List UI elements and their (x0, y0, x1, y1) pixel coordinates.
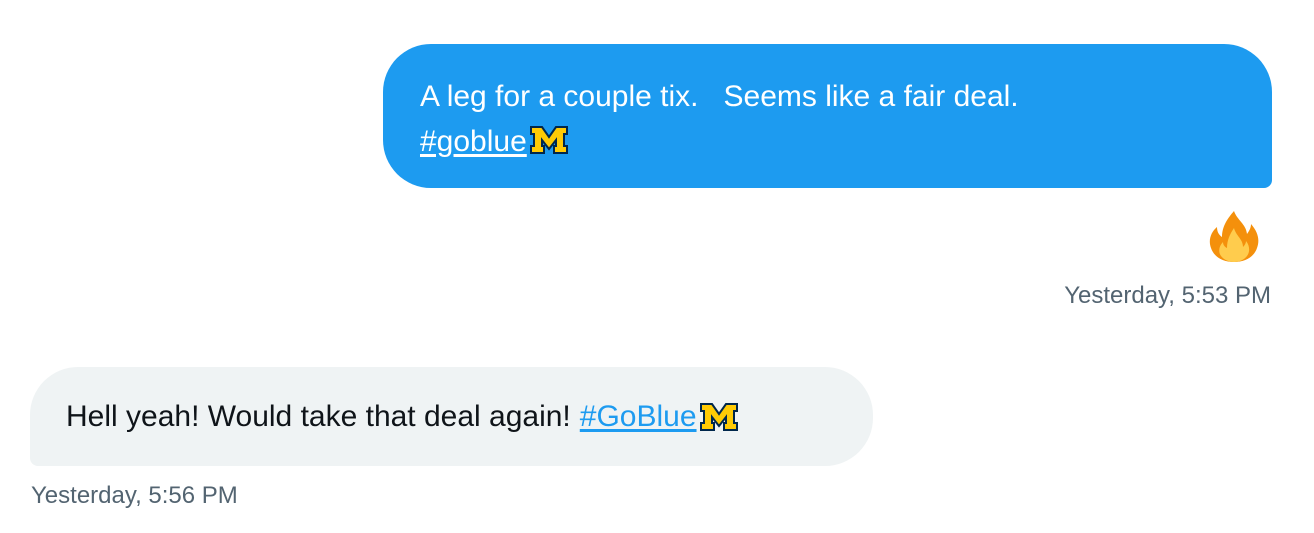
michigan-m-icon (529, 126, 568, 154)
hashtag-link[interactable]: #goblue (420, 125, 527, 158)
hashtag-link[interactable]: #GoBlue (580, 394, 697, 439)
message-timestamp: Yesterday, 5:53 PM (1064, 282, 1271, 309)
message-text: A leg for a couple tix. Seems like a fai… (420, 80, 1019, 113)
message-text: Hell yeah! Would take that deal again! (66, 400, 571, 433)
incoming-message-bubble[interactable]: Hell yeah! Would take that deal again! #G… (30, 367, 873, 466)
message-hashtag-line: #goblue (420, 119, 1234, 164)
message-timestamp: Yesterday, 5:56 PM (31, 482, 238, 509)
dm-conversation: A leg for a couple tix. Seems like a fai… (0, 0, 1314, 533)
fire-reaction-icon[interactable] (1206, 208, 1262, 264)
outgoing-message-bubble[interactable]: A leg for a couple tix. Seems like a fai… (383, 44, 1272, 188)
michigan-m-icon (699, 402, 738, 431)
